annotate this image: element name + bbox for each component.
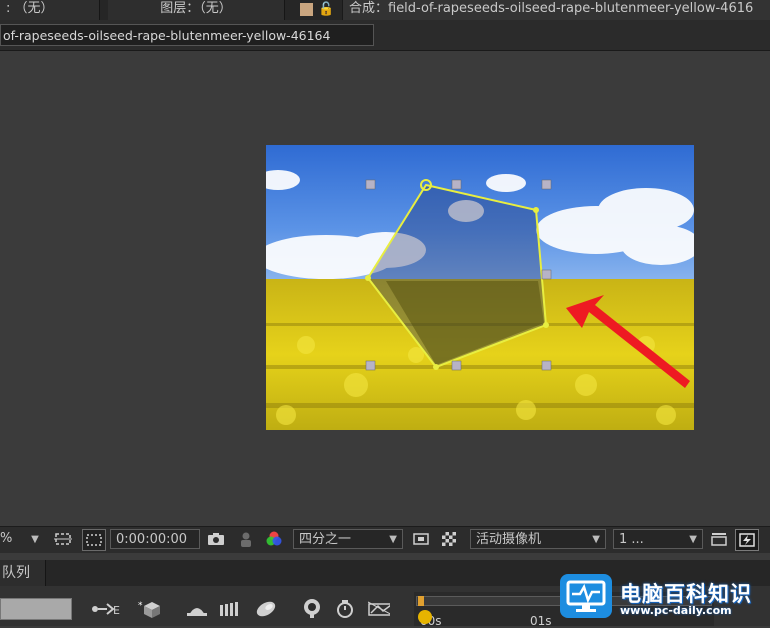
zoom-dropdown-button[interactable]: ▼	[24, 529, 46, 549]
timeline-search-input[interactable]	[0, 598, 72, 620]
views-value: 1 ...	[619, 532, 644, 547]
magnification-value[interactable]: %	[0, 529, 12, 549]
svg-text:E: E	[113, 604, 120, 617]
composition-flowchart-icon[interactable]: E	[90, 599, 122, 619]
playhead-handle-icon[interactable]	[418, 610, 432, 624]
tab-composition[interactable]: 合成：field-of-rapeseeds-oilseed-rape-blute…	[342, 0, 770, 20]
monitor-icon	[560, 574, 612, 618]
camera-dropdown[interactable]: 活动摄像机 ▼	[470, 529, 606, 549]
frame-blending-icon[interactable]	[218, 599, 240, 619]
chevron-down-icon: ▼	[389, 534, 397, 545]
lock-icon[interactable]: 🔓	[318, 2, 334, 18]
tab-layer[interactable]: 图层：（无）	[108, 0, 285, 20]
draft-3d-icon[interactable]: *	[138, 599, 160, 619]
playhead-marker[interactable]	[418, 596, 424, 606]
label-color-swatch[interactable]	[300, 3, 313, 16]
resolution-dropdown[interactable]: 四分之一 ▼	[293, 529, 403, 549]
camera-value: 活动摄像机	[476, 532, 542, 547]
transparency-grid-icon[interactable]	[82, 529, 106, 551]
brainstorm-icon[interactable]	[300, 598, 322, 618]
color-channels-icon[interactable]	[263, 529, 285, 549]
composition-name-tab[interactable]: of-rapeseeds-oilseed-rape-blutenmeer-yel…	[0, 24, 374, 46]
hide-shy-layers-icon[interactable]	[186, 599, 208, 619]
chevron-down-icon: ▼	[31, 533, 39, 545]
fast-previews-icon[interactable]	[735, 529, 759, 551]
graph-view-icon[interactable]	[368, 599, 390, 619]
current-time-field[interactable]: 0:00:00:00	[110, 529, 200, 549]
graph-editor-icon[interactable]	[334, 598, 356, 618]
resolution-value: 四分之一	[299, 532, 352, 547]
chevron-down-icon: ▼	[592, 534, 600, 545]
watermark-logo: 电脑百科知识 www.pc-daily.com	[560, 570, 770, 626]
tab-effect-controls[interactable]: : （无）	[0, 0, 100, 20]
tab-render-queue[interactable]: 队列	[0, 560, 46, 586]
transparency-toggle-icon[interactable]	[438, 529, 460, 549]
layout-icon[interactable]	[708, 529, 730, 549]
svg-text:*: *	[138, 601, 143, 611]
camera-snapshot-icon[interactable]	[205, 529, 227, 549]
motion-blur-icon[interactable]	[254, 599, 276, 619]
show-snapshot-icon[interactable]	[235, 529, 257, 549]
region-of-interest-icon[interactable]	[410, 529, 432, 549]
chevron-down-icon: ▼	[689, 534, 697, 545]
watermark-url: www.pc-daily.com	[620, 604, 732, 617]
composition-viewer-image[interactable]	[266, 145, 694, 430]
views-dropdown[interactable]: 1 ... ▼	[613, 529, 703, 549]
fit-frame-icon[interactable]	[52, 529, 74, 549]
